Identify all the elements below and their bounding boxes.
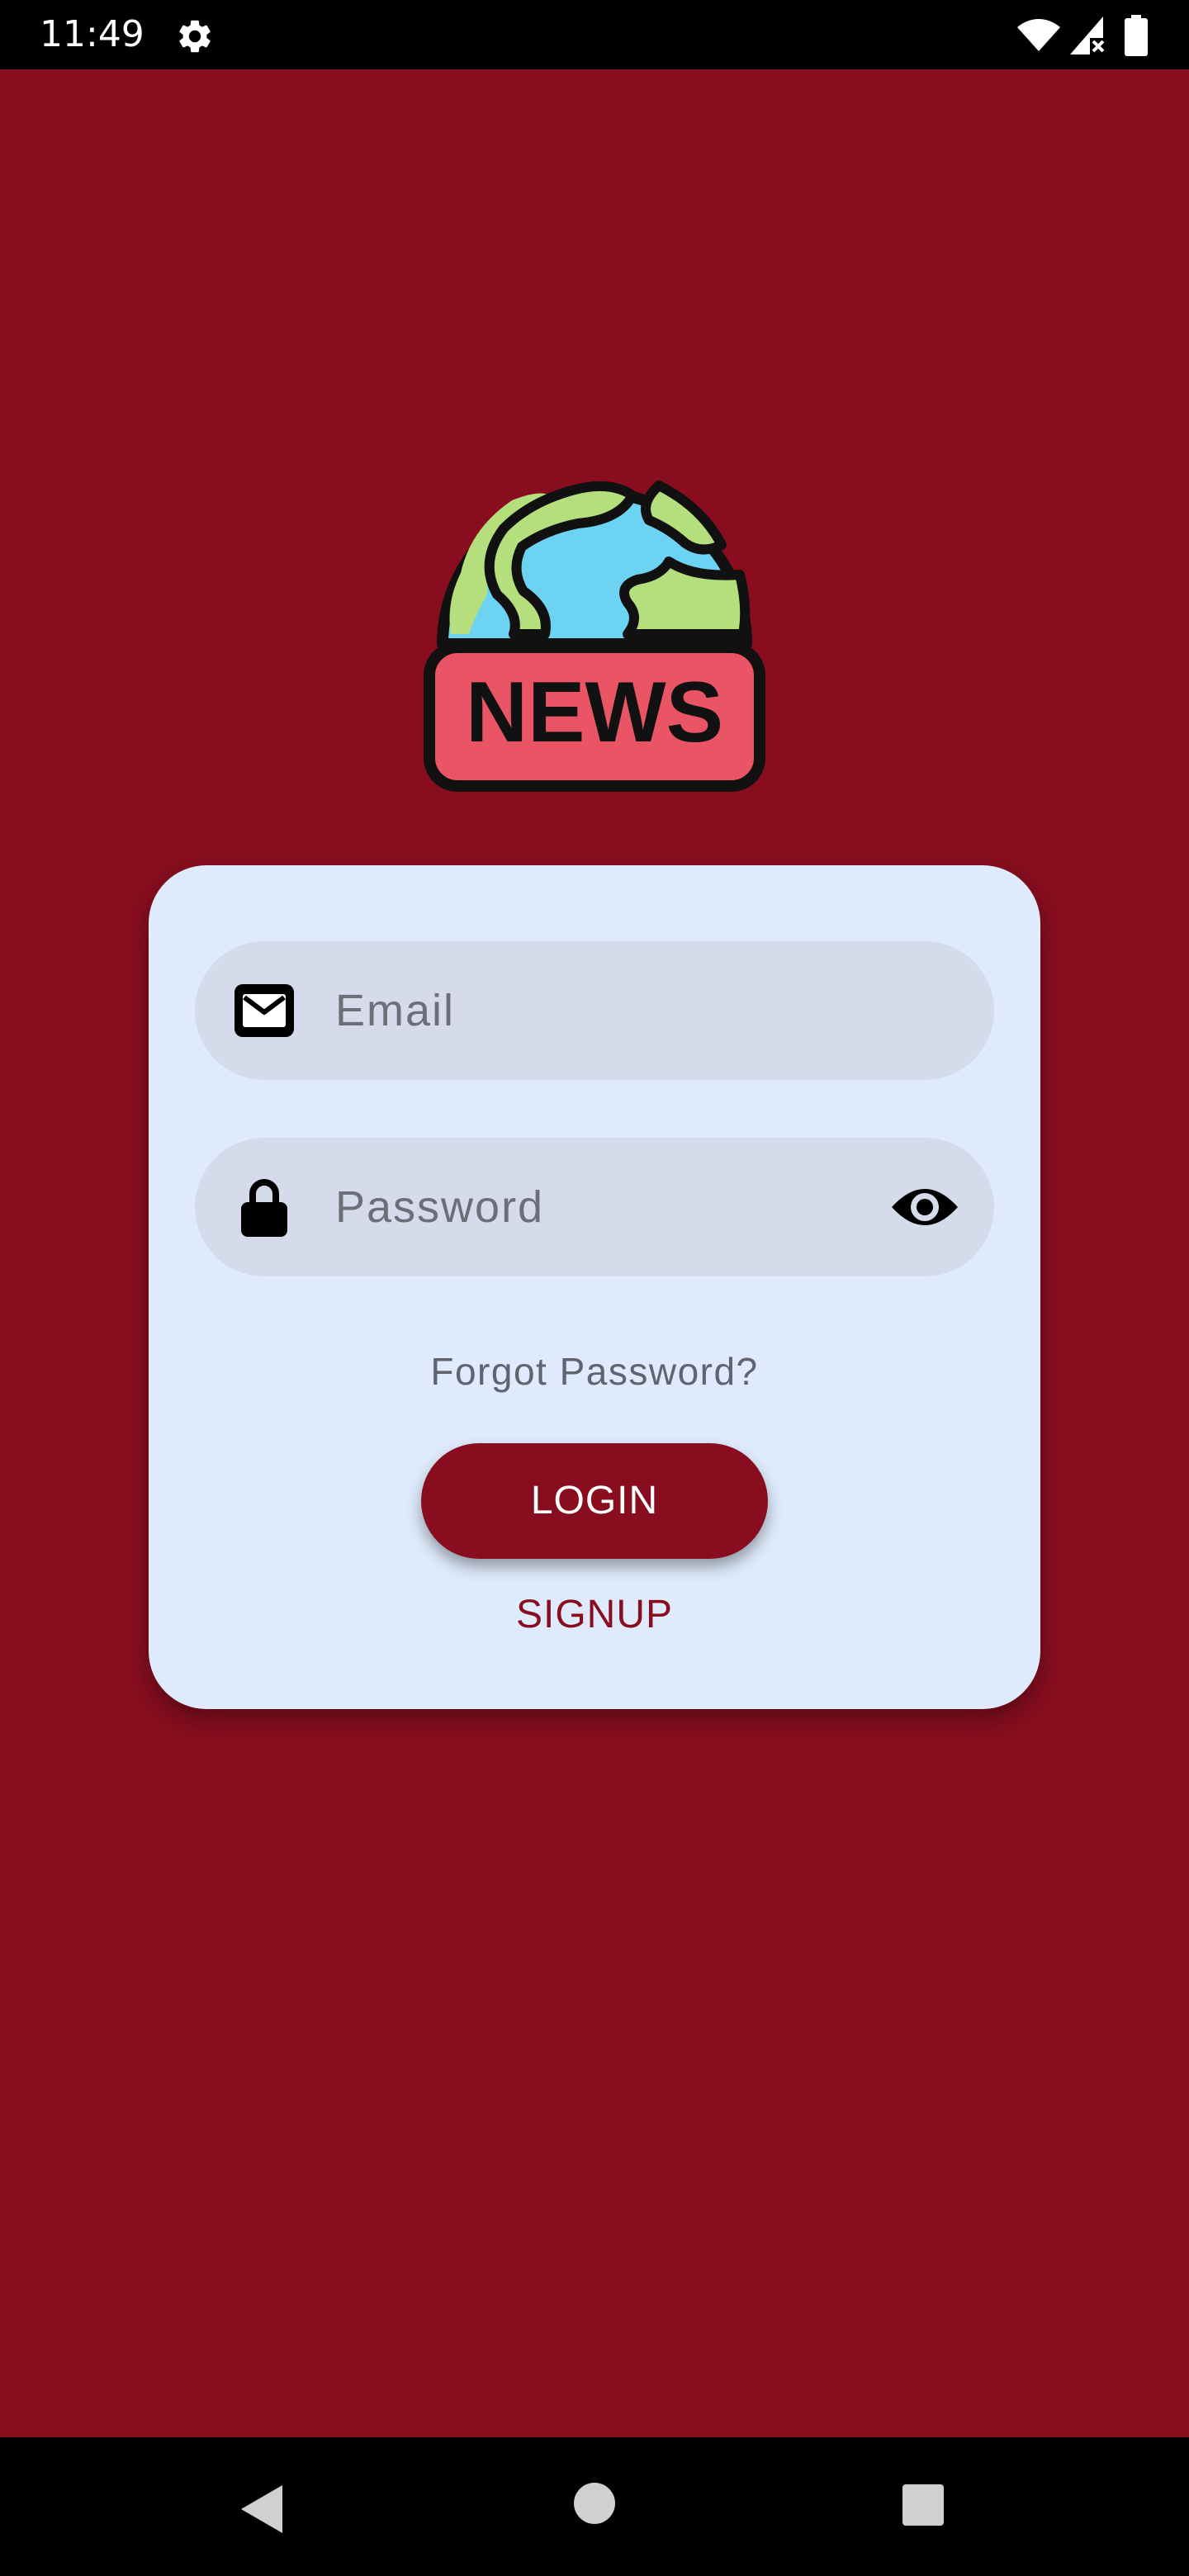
status-bar: 11:49: [0, 0, 1189, 69]
status-time: 11:49: [40, 13, 144, 55]
signup-button[interactable]: SIGNUP: [149, 1592, 1040, 1637]
home-icon[interactable]: [573, 2482, 616, 2525]
recents-icon[interactable]: [902, 2484, 945, 2526]
lock-icon: [241, 1179, 287, 1237]
login-button[interactable]: LOGIN: [421, 1443, 768, 1559]
email-input[interactable]: [335, 941, 864, 1080]
battery-icon: [1125, 15, 1148, 56]
eye-icon[interactable]: [890, 1177, 959, 1237]
navigation-bar: [0, 2437, 1189, 2576]
email-icon: [234, 984, 294, 1037]
back-icon[interactable]: [236, 2482, 286, 2536]
news-badge-text: NEWS: [466, 665, 723, 760]
settings-gear-icon: [179, 20, 211, 53]
forgot-password-link[interactable]: Forgot Password?: [149, 1349, 1040, 1394]
globe-icon: [437, 481, 752, 650]
email-field[interactable]: [195, 941, 994, 1080]
cell-signal-icon: [1070, 17, 1105, 54]
password-input[interactable]: [335, 1138, 864, 1276]
password-field[interactable]: [195, 1138, 994, 1276]
wifi-icon: [1017, 19, 1060, 51]
news-globe-logo: NEWS: [424, 481, 765, 792]
login-card: Forgot Password? LOGIN SIGNUP: [149, 865, 1040, 1709]
